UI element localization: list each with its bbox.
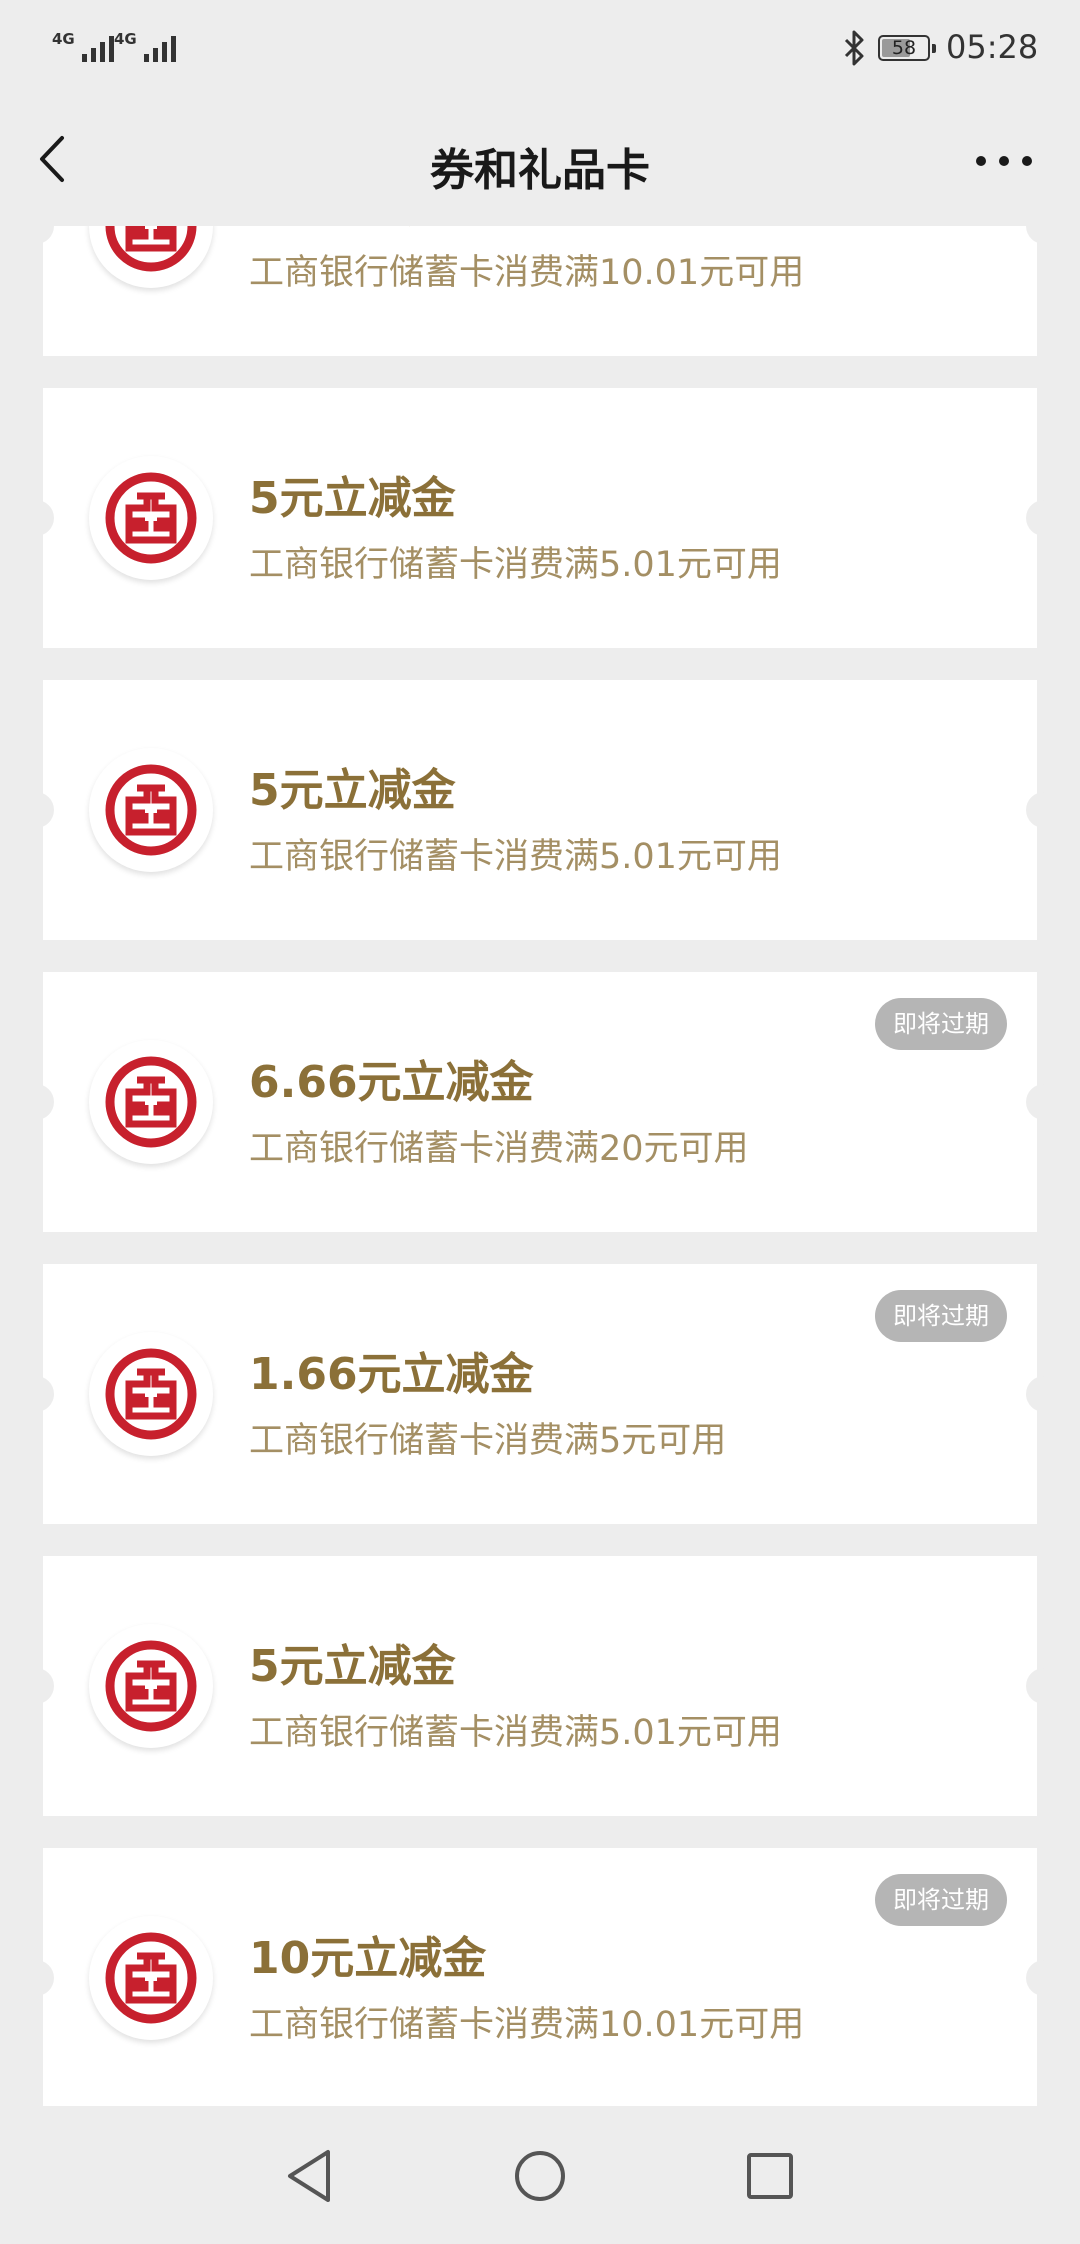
coupon-card[interactable]: 10元立减金 工商银行储蓄卡消费满10.01元可用 即将过期 [32, 1848, 1048, 2106]
coupon-description: 工商银行储蓄卡消费满10.01元可用 [249, 2005, 805, 2045]
ticket-notch-left [32, 1376, 54, 1412]
system-nav-bar [0, 2106, 1080, 2244]
battery-icon: 58 [878, 35, 936, 61]
ticket-notch-right [1026, 1376, 1048, 1412]
battery-level: 58 [891, 37, 917, 59]
icbc-logo-icon [89, 1624, 213, 1748]
ticket-notch-left [32, 1084, 54, 1120]
ticket-notch-left [32, 1668, 54, 1704]
ticket-notch-right [1026, 1960, 1048, 1996]
coupon-description: 工商银行储蓄卡消费满5元可用 [249, 1421, 727, 1461]
ticket-notch-left [32, 226, 54, 244]
coupon-description: 工商银行储蓄卡消费满10.01元可用 [249, 253, 805, 293]
coupon-description: 工商银行储蓄卡消费满5.01元可用 [249, 1713, 782, 1753]
icbc-logo-icon [89, 1040, 213, 1164]
coupon-title: 10元立减金 [249, 1933, 487, 1984]
system-recents-icon[interactable] [740, 2146, 800, 2206]
ticket-notch-right [1026, 1084, 1048, 1120]
ticket-notch-left [32, 792, 54, 828]
ticket-notch-right [1026, 1668, 1048, 1704]
icbc-logo-icon [89, 1916, 213, 2040]
coupon-list-viewport[interactable]: 10元立减金 工商银行储蓄卡消费满10.01元可用 5元立减金 工商银行储蓄卡 [0, 226, 1080, 2106]
coupon-card[interactable]: 5元立减金 工商银行储蓄卡消费满5.01元可用 [32, 1556, 1048, 1816]
coupon-title: 5元立减金 [249, 765, 456, 816]
icbc-logo-icon [89, 456, 213, 580]
sim2-network-label: 4G [114, 30, 137, 48]
coupon-title: 10元立减金 [249, 226, 486, 234]
system-home-icon[interactable] [510, 2146, 570, 2206]
ticket-notch-left [32, 500, 54, 536]
more-dots-icon[interactable] [972, 140, 1036, 180]
coupon-title: 5元立减金 [249, 1641, 456, 1692]
expiring-soon-badge: 即将过期 [875, 1290, 1007, 1342]
nav-bar: 券和礼品卡 [0, 96, 1080, 226]
system-back-icon[interactable] [280, 2146, 340, 2206]
coupon-card[interactable]: 1.66元立减金 工商银行储蓄卡消费满5元可用 即将过期 [32, 1264, 1048, 1524]
coupon-card[interactable]: 10元立减金 工商银行储蓄卡消费满10.01元可用 [32, 226, 1048, 356]
bluetooth-icon [844, 30, 864, 66]
page-title: 券和礼品卡 [430, 145, 650, 196]
ticket-notch-left [32, 1960, 54, 1996]
ticket-notch-right [1026, 792, 1048, 828]
ticket-notch-right [1026, 500, 1048, 536]
ticket-notch-right [1026, 226, 1048, 244]
coupon-card[interactable]: 5元立减金 工商银行储蓄卡消费满5.01元可用 [32, 388, 1048, 648]
coupon-card[interactable]: 5元立减金 工商银行储蓄卡消费满5.01元可用 [32, 680, 1048, 940]
coupon-description: 工商银行储蓄卡消费满5.01元可用 [249, 837, 782, 877]
expiring-soon-badge: 即将过期 [875, 1874, 1007, 1926]
coupon-title: 5元立减金 [249, 473, 456, 524]
icbc-logo-icon [89, 226, 213, 288]
icbc-logo-icon [89, 1332, 213, 1456]
status-bar: 4G 4G 58 05:28 [0, 0, 1080, 96]
sim1-network-label: 4G [52, 30, 75, 48]
expiring-soon-badge: 即将过期 [875, 998, 1007, 1050]
coupon-card[interactable]: 6.66元立减金 工商银行储蓄卡消费满20元可用 即将过期 [32, 972, 1048, 1232]
icbc-logo-icon [89, 748, 213, 872]
coupon-title: 1.66元立减金 [249, 1349, 534, 1400]
status-time: 05:28 [946, 28, 1039, 66]
coupon-description: 工商银行储蓄卡消费满5.01元可用 [249, 545, 782, 585]
coupon-description: 工商银行储蓄卡消费满20元可用 [249, 1129, 749, 1169]
coupon-title: 6.66元立减金 [249, 1057, 534, 1108]
